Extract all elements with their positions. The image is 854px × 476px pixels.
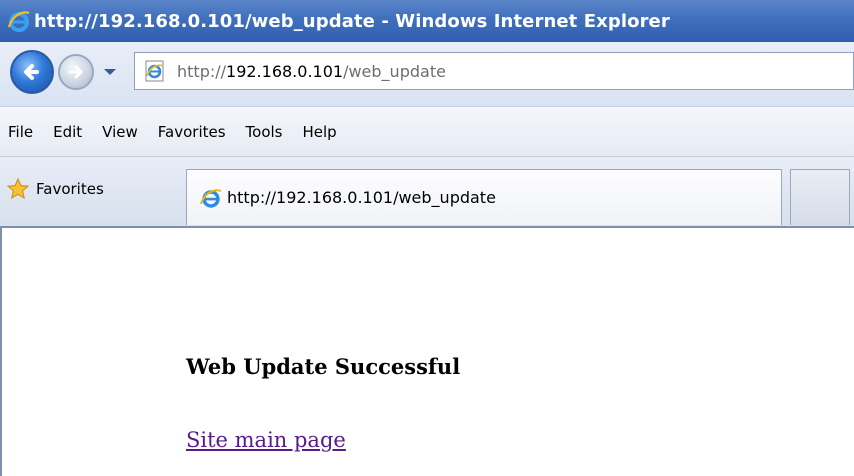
- ie-page-icon: [143, 59, 167, 83]
- menu-bar: File Edit View Favorites Tools Help: [0, 106, 854, 156]
- menu-edit[interactable]: Edit: [43, 123, 92, 141]
- page-content: Web Update Successful Site main page: [0, 228, 854, 476]
- site-main-page-link[interactable]: Site main page: [186, 428, 346, 452]
- chevron-down-icon: [103, 67, 117, 77]
- ie-logo-icon: [6, 8, 32, 34]
- tab-label: http://192.168.0.101/web_update: [227, 188, 496, 207]
- title-bar: http://192.168.0.101/web_update - Window…: [0, 0, 854, 42]
- tab-web-update[interactable]: http://192.168.0.101/web_update: [186, 169, 782, 225]
- forward-button[interactable]: [58, 54, 94, 90]
- history-dropdown-button[interactable]: [102, 66, 118, 78]
- menu-tools[interactable]: Tools: [236, 123, 293, 141]
- page-heading: Web Update Successful: [186, 354, 461, 379]
- menu-view[interactable]: View: [92, 123, 148, 141]
- back-button[interactable]: [10, 50, 54, 94]
- favorites-label: Favorites: [36, 180, 104, 198]
- favorites-button[interactable]: Favorites: [6, 177, 104, 201]
- back-arrow-icon: [19, 59, 45, 85]
- browser-window: http://192.168.0.101/web_update - Window…: [0, 0, 854, 476]
- ie-logo-icon: [199, 186, 223, 210]
- url-path: /web_update: [343, 61, 446, 81]
- url-host: 192.168.0.101: [226, 61, 344, 81]
- window-title: http://192.168.0.101/web_update - Window…: [34, 10, 670, 32]
- url-scheme: http://: [177, 61, 227, 81]
- navigation-bar: http://192.168.0.101/web_update: [0, 42, 854, 106]
- star-icon: [6, 177, 30, 201]
- address-url: http://192.168.0.101/web_update: [177, 62, 446, 81]
- menu-file[interactable]: File: [0, 123, 43, 141]
- new-tab-button[interactable]: [790, 169, 850, 225]
- address-input[interactable]: http://192.168.0.101/web_update: [134, 52, 854, 90]
- menu-help[interactable]: Help: [293, 123, 347, 141]
- forward-arrow-icon: [65, 61, 87, 83]
- menu-favorites[interactable]: Favorites: [148, 123, 236, 141]
- favorites-bar: Favorites http://192.168.0.101/web_updat…: [0, 156, 854, 228]
